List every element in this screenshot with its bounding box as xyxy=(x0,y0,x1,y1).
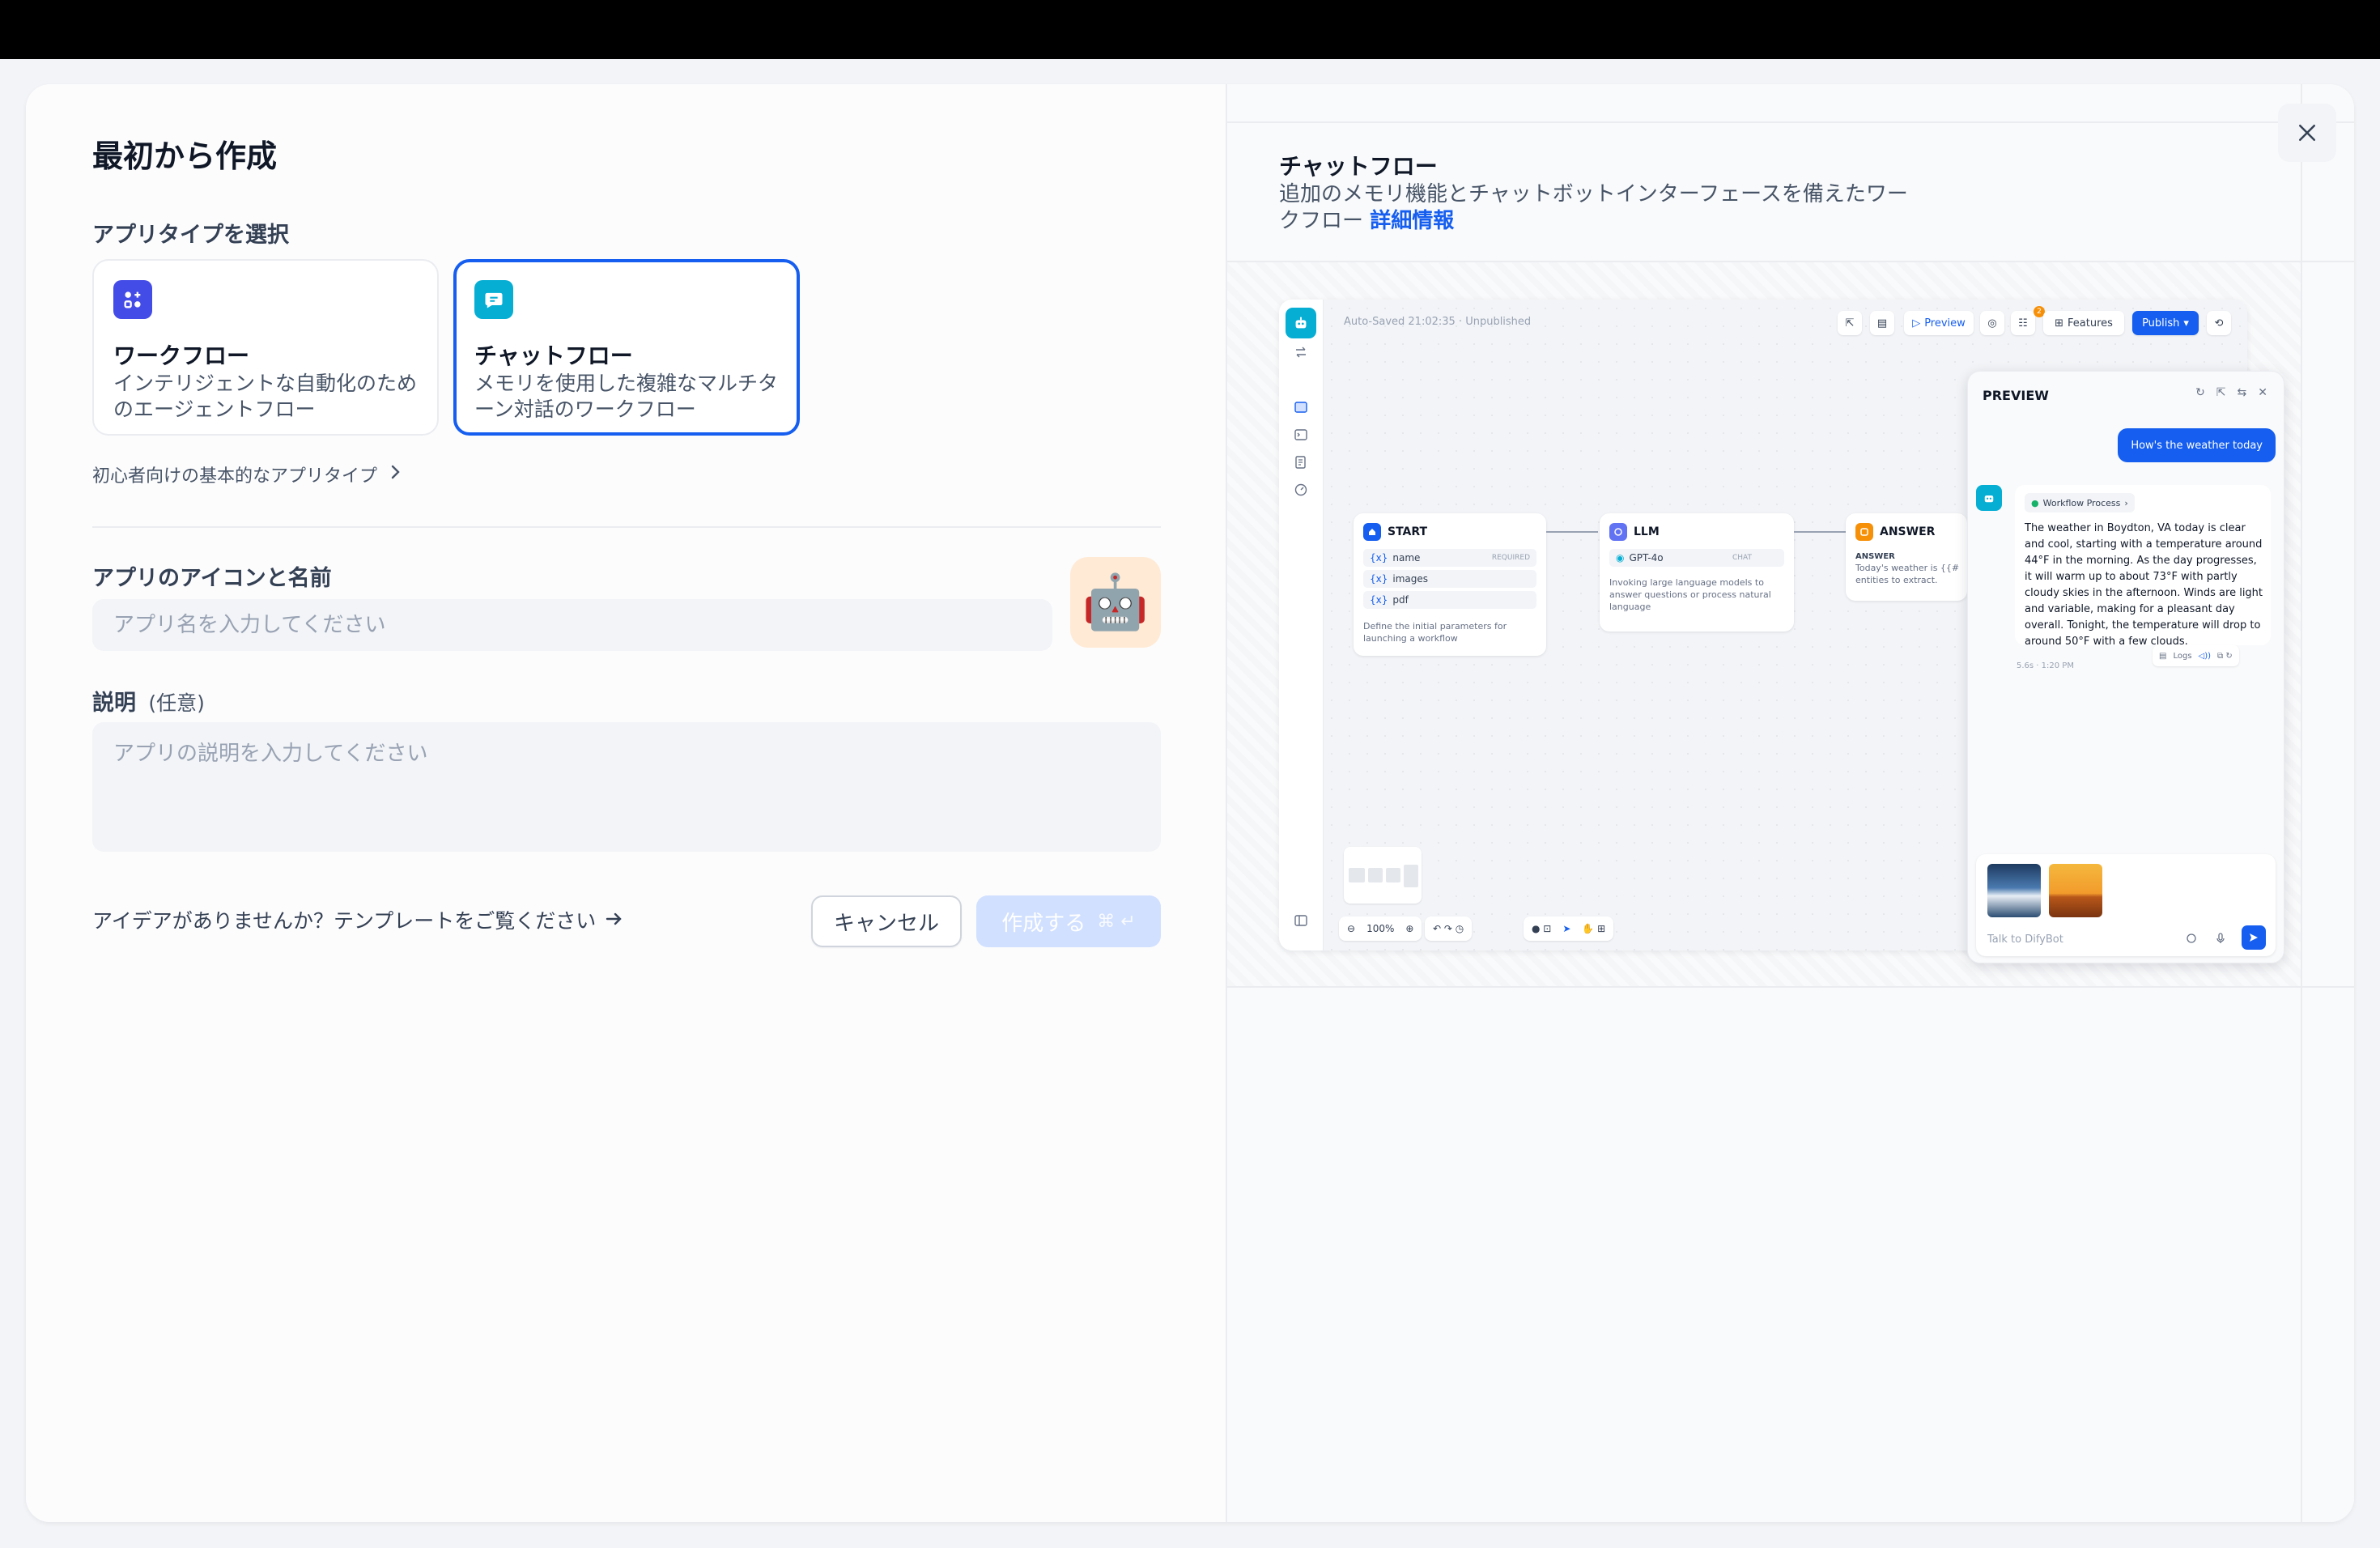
mini-model-row: ◉ GPT-4o CHAT xyxy=(1609,549,1784,567)
mini-autosave-status: Auto-Saved 21:02:35 · Unpublished xyxy=(1344,316,1532,328)
robot-emoji-icon: 🤖 xyxy=(1082,571,1150,633)
mini-toolbar-icon: ☷ xyxy=(2011,311,2035,335)
mini-gauge-icon xyxy=(1294,483,1307,496)
mini-answer-node: ANSWER ANSWER Today's weather is {{# ent… xyxy=(1846,513,1967,601)
panel-guide-line xyxy=(1227,986,2354,988)
create-button[interactable]: 作成する ⌘ ↵ xyxy=(976,895,1161,947)
app-name-input[interactable] xyxy=(92,599,1052,651)
app-type-label: アプリタイプを選択 xyxy=(92,223,289,248)
dialog-title: 最初から作成 xyxy=(92,138,278,174)
mini-send-button xyxy=(2242,925,2266,950)
mini-connector xyxy=(1546,531,1598,533)
mini-zoom-control: ⊖ 100% ⊕ xyxy=(1339,916,1422,941)
chatflow-name: チャットフロー xyxy=(474,342,633,369)
close-button[interactable] xyxy=(2278,104,2336,162)
mini-var-row: {x} images xyxy=(1363,570,1536,588)
chatflow-description: メモリを使用した複雑なマルチターン対話のワークフロー xyxy=(474,372,779,421)
brain-icon xyxy=(1609,523,1627,541)
app-type-card-workflow[interactable]: ワークフロー インテリジェントな自動化のためのエージェントフロー xyxy=(92,259,439,436)
mini-history-icon: ⟲ xyxy=(2207,311,2231,335)
mini-tool-controls: ● ⊡ ➤ ✋ ⊞ xyxy=(1524,916,1614,941)
mini-connector xyxy=(1794,531,1846,533)
mini-sidebar xyxy=(1279,300,1324,950)
mini-preview-button: ▷ Preview xyxy=(1904,311,1974,335)
mini-preview-title: PREVIEW xyxy=(1983,388,2049,403)
mini-node-note: Invoking large language models to answer… xyxy=(1609,577,1771,612)
create-form-panel: 最初から作成 アプリタイプを選択 ワークフロー インテリジェントな自動化のための… xyxy=(26,84,1226,1522)
mini-answer-label: ANSWER xyxy=(1855,552,1895,561)
create-shortcut: ⌘ ↵ xyxy=(1097,911,1136,932)
workflow-name: ワークフロー xyxy=(113,342,250,369)
mini-node-note: Define the initial parameters for launch… xyxy=(1363,621,1507,644)
basic-app-types-label: 初心者向けの基本的なアプリタイプ xyxy=(92,466,378,487)
mini-start-node: START {x} name REQUIRED {x} images {x} pdf D… xyxy=(1354,513,1546,656)
section-divider xyxy=(92,526,1161,528)
mini-node-note: Today's weather is {{# xyxy=(1855,563,1960,573)
browse-templates-label: アイデアがありませんか？テンプレートをご覧ください xyxy=(92,909,597,933)
mini-toolbar-icon: ▤ xyxy=(1870,311,1894,335)
mini-panel-icon xyxy=(1294,915,1307,926)
description-label-row: 説明 (任意) xyxy=(92,685,205,717)
arrow-right-icon xyxy=(606,908,623,932)
mini-robot-icon xyxy=(1286,308,1316,338)
mini-llm-node: LLM ◉ GPT-4o CHAT Invoking large language … xyxy=(1600,513,1794,632)
mini-bot-reply: The weather in Boydton, VA today is clea… xyxy=(2025,522,2263,648)
home-icon xyxy=(1363,523,1381,541)
mini-attach-icon xyxy=(2187,933,2196,943)
workflow-description: インテリジェントな自動化のためのエージェントフロー xyxy=(113,372,418,421)
close-icon xyxy=(2299,125,2315,141)
mini-terminal-icon xyxy=(1294,429,1307,440)
mini-node-note: entities to extract. xyxy=(1855,575,1938,585)
learn-more-link[interactable]: 詳細情報 xyxy=(1370,209,1454,233)
mini-desert-thumbnail xyxy=(2049,864,2102,917)
mini-preview-icons: ↻ ⇱ ⇆ ✕ xyxy=(2195,386,2267,399)
preview-title: チャットフロー xyxy=(1279,153,1438,180)
mini-message-actions: ▤ Logs ◁)) ⧉ ↻ xyxy=(2153,645,2239,666)
mini-doc-icon xyxy=(1295,456,1306,469)
answer-icon xyxy=(1855,523,1873,541)
chatflow-preview-screenshot: Auto-Saved 21:02:35 · Unpublished ⇱ ▤ ▷ … xyxy=(1279,300,2284,963)
mini-minimap xyxy=(1344,847,1422,904)
panel-guide-line xyxy=(1227,121,2354,123)
chatflow-icon xyxy=(474,280,513,319)
mini-publish-button: Publish ▾ xyxy=(2132,311,2199,335)
mini-var-row: {x} pdf xyxy=(1363,591,1536,609)
mini-features-button: ⊞ Features xyxy=(2043,311,2124,335)
app-type-card-chatflow[interactable]: チャットフロー メモリを使用した複雑なマルチターン対話のワークフロー xyxy=(453,259,800,436)
mini-toolbar-icon: ◎ xyxy=(1980,311,2004,335)
optional-tag: (任意) xyxy=(148,691,205,715)
browse-templates-link[interactable]: アイデアがありませんか？テンプレートをご覧ください xyxy=(92,905,623,934)
mini-chat-preview: PREVIEW ↻ ⇱ ⇆ ✕ How's the weather today ● Wo… xyxy=(1967,371,2284,963)
top-black-bar xyxy=(0,0,2380,59)
mini-swap-icon xyxy=(1296,347,1306,358)
create-button-label: 作成する xyxy=(1001,911,1086,936)
chevron-right-icon xyxy=(390,464,402,485)
mini-toolbar-icon: ⇱ xyxy=(1838,311,1862,335)
workflow-icon xyxy=(113,280,152,319)
app-description-input[interactable] xyxy=(92,722,1161,852)
mini-history-controls: ↶ ↷ ◷ xyxy=(1425,916,1473,941)
mini-user-message: How's the weather today xyxy=(2118,428,2276,462)
mini-input-placeholder: Talk to DifyBot xyxy=(1987,933,2063,946)
mini-window-icon xyxy=(1294,402,1307,413)
description-label: 説明 xyxy=(92,691,136,716)
mini-mic-icon xyxy=(2216,933,2225,943)
preview-description: 追加のメモリ機能とチャットボットインターフェースを備えたワークフロー 詳細情報 xyxy=(1279,181,1910,235)
create-app-dialog: 最初から作成 アプリタイプを選択 ワークフロー インテリジェントな自動化のための… xyxy=(26,84,2354,1522)
cancel-button[interactable]: キャンセル xyxy=(811,895,962,947)
mini-mountain-thumbnail xyxy=(1987,864,2041,917)
mini-workflow-process: ● Workflow Process › xyxy=(2025,493,2135,512)
mini-bot-avatar xyxy=(1976,485,2002,511)
basic-app-types-link[interactable]: 初心者向けの基本的なアプリタイプ xyxy=(92,461,402,487)
mini-bot-message: ● Workflow Process › The weather in Boydto… xyxy=(2015,485,2271,648)
app-type-preview-panel: チャットフロー 追加のメモリ機能とチャットボットインターフェースを備えたワークフ… xyxy=(1226,84,2354,1522)
mini-message-meta: 5.6s · 1:20 PM xyxy=(2017,661,2074,670)
icon-name-label: アプリのアイコンと名前 xyxy=(92,566,332,591)
app-icon-picker[interactable]: 🤖 xyxy=(1070,557,1161,648)
mini-var-row: {x} name REQUIRED xyxy=(1363,549,1536,567)
panel-guide-line xyxy=(2301,84,2302,1522)
mini-chat-input: Talk to DifyBot xyxy=(1976,854,2276,956)
